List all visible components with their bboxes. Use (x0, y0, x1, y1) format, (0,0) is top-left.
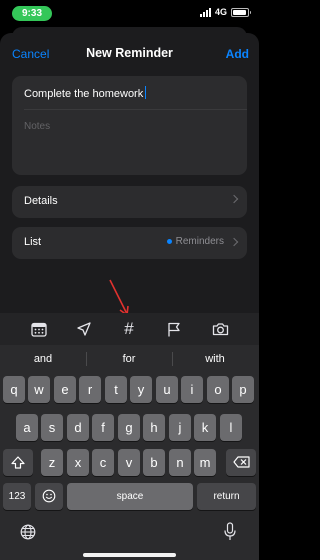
list-color-dot (166, 239, 172, 244)
key-b[interactable]: b (143, 449, 165, 476)
globe-icon[interactable] (20, 524, 36, 540)
key-r[interactable]: r (79, 376, 101, 403)
title-field[interactable]: Complete the homework (24, 86, 147, 100)
microphone-icon[interactable] (224, 522, 236, 541)
key-g[interactable]: g (118, 414, 140, 441)
details-row[interactable]: Details (12, 186, 247, 218)
navigation-bar: Cancel New Reminder Add (0, 33, 259, 73)
status-time: 9:33 (12, 6, 52, 21)
key-n[interactable]: n (169, 449, 191, 476)
shift-key[interactable] (3, 449, 33, 476)
key-t[interactable]: t (105, 376, 127, 403)
home-indicator[interactable] (83, 553, 176, 557)
reminder-text-group: Complete the homework Notes (12, 76, 247, 175)
key-v[interactable]: v (118, 449, 140, 476)
keyboard: and for with q w e r t y u i o p a s d f… (0, 345, 259, 560)
key-m[interactable]: m (194, 449, 216, 476)
list-value: Reminders (175, 236, 224, 247)
suggestion-item[interactable]: for (99, 353, 159, 365)
camera-icon[interactable] (210, 319, 230, 339)
battery-icon (231, 7, 251, 17)
space-key[interactable]: space (67, 483, 193, 510)
return-key[interactable]: return (197, 483, 256, 510)
cellular-signal-icon (199, 7, 211, 17)
suggestion-divider (172, 352, 173, 366)
suggestion-bar: and for with (0, 345, 259, 373)
backspace-key[interactable] (226, 449, 256, 476)
status-indicators: 4G (199, 7, 251, 17)
suggestion-divider (86, 352, 87, 366)
chevron-right-icon (229, 194, 239, 204)
location-arrow-icon[interactable] (74, 319, 94, 339)
title-value: Complete the homework (24, 88, 144, 100)
key-x[interactable]: x (67, 449, 89, 476)
emoji-key[interactable] (35, 483, 63, 510)
hashtag-icon[interactable]: # (119, 319, 139, 339)
key-d[interactable]: d (67, 414, 89, 441)
emoji-icon (42, 489, 56, 503)
details-label: Details (24, 195, 58, 207)
key-q[interactable]: q (3, 376, 25, 403)
status-bar: 9:33 4G (0, 0, 259, 24)
quick-toolbar: # (0, 313, 259, 345)
field-divider (24, 109, 247, 110)
key-i[interactable]: i (181, 376, 203, 403)
key-p[interactable]: p (232, 376, 254, 403)
key-f[interactable]: f (92, 414, 114, 441)
key-z[interactable]: z (41, 449, 63, 476)
key-y[interactable]: y (130, 376, 152, 403)
list-label: List (24, 236, 42, 248)
notes-field[interactable]: Notes (24, 121, 50, 132)
list-row[interactable]: List Reminders (12, 227, 247, 259)
suggestion-item[interactable]: with (185, 353, 245, 365)
chevron-right-icon (229, 237, 239, 247)
key-c[interactable]: c (92, 449, 114, 476)
flag-icon[interactable] (164, 319, 184, 339)
page-title: New Reminder (86, 46, 173, 60)
key-l[interactable]: l (220, 414, 242, 441)
key-o[interactable]: o (207, 376, 229, 403)
text-cursor (145, 86, 147, 99)
shift-arrow-icon (11, 456, 25, 469)
key-s[interactable]: s (41, 414, 63, 441)
key-h[interactable]: h (143, 414, 165, 441)
network-type: 4G (214, 7, 227, 17)
key-a[interactable]: a (16, 414, 38, 441)
suggestion-item[interactable]: and (13, 353, 73, 365)
add-button[interactable]: Add (226, 47, 249, 61)
key-j[interactable]: j (169, 414, 191, 441)
numbers-key[interactable]: 123 (3, 483, 31, 510)
key-k[interactable]: k (194, 414, 216, 441)
backspace-icon (232, 456, 250, 468)
key-w[interactable]: w (28, 376, 50, 403)
battery-fill (233, 9, 246, 15)
key-e[interactable]: e (54, 376, 76, 403)
calendar-icon[interactable] (29, 319, 49, 339)
key-u[interactable]: u (156, 376, 178, 403)
